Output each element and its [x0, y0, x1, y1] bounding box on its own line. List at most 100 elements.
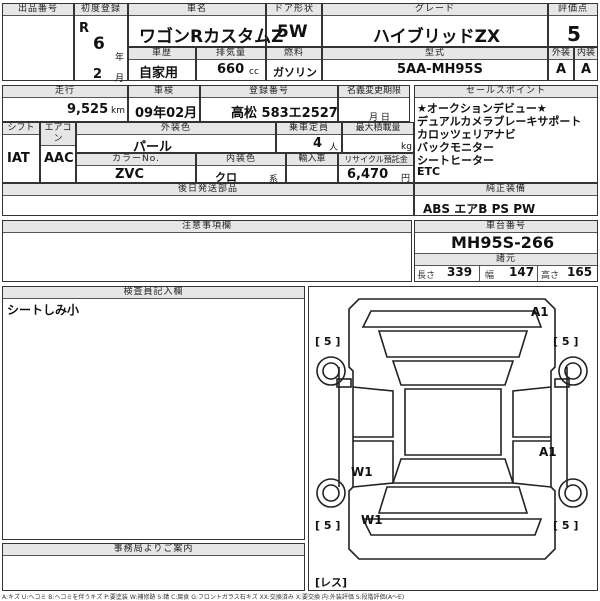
displacement-unit: cc — [249, 67, 259, 77]
transfer-deadline-label: 名義変更期限 — [339, 86, 409, 98]
office-notice-label: 事務局よりご案内 — [3, 544, 304, 556]
interior-color-cell: 内装色 クロ 系 — [196, 153, 286, 185]
interior-score-label: 内装 — [575, 48, 597, 60]
import-cell: 輸入車 — [286, 153, 338, 183]
sales-point-cell: セールスポイント ★オークションデビュー★ デュアルカメラブレーキサポート カロ… — [414, 85, 598, 183]
exterior-score-label: 外装 — [549, 48, 573, 60]
month-unit: 月 — [115, 74, 125, 84]
chassis-label: 車台番号 — [415, 221, 597, 233]
exterior-score: A — [556, 62, 567, 77]
mileage-unit: km — [111, 106, 125, 116]
max-load-label: 最大積載量 — [343, 123, 413, 135]
recycle-fee: 6,470 — [347, 167, 389, 182]
sales-point-item: ETC — [417, 165, 441, 178]
recycle-label: リサイクル預託金 — [339, 154, 413, 166]
color-no: ZVC — [115, 167, 145, 182]
dim-height: 165 — [567, 265, 593, 279]
car-name-cell: 車名 ワゴンRカスタムZ — [128, 3, 283, 47]
import-label: 輸入車 — [287, 154, 337, 166]
dim-width-label: 幅 — [485, 271, 495, 281]
shift-label: シフト — [3, 123, 39, 135]
max-load-cell: 最大積載量 kg — [342, 122, 414, 153]
reg-number-cell: 登録番号 高松 583エ2527 — [200, 85, 338, 122]
damage-mark-a1-top: A1 — [531, 305, 549, 319]
later-parts-cell: 後日発送部品 — [2, 183, 414, 216]
inspector-notes-cell: 検査員記入欄 シートしみ小 — [2, 286, 305, 540]
shift-cell: シフト IAT — [2, 122, 40, 183]
notes-label: 注意事項欄 — [3, 221, 411, 233]
dim-length: 339 — [447, 265, 473, 279]
model-code-label: 型式 — [323, 48, 547, 60]
damage-legend: A:キズ U:ヘコミ B:ヘコミを伴うキズ P:要塗装 W:補修跡 S:錆 C:… — [2, 594, 405, 601]
reg-number-label: 登録番号 — [201, 86, 337, 98]
capacity: 4 — [313, 136, 323, 151]
dim-height-label: 高さ — [541, 271, 560, 281]
fuel: ガソリン — [273, 66, 317, 79]
exterior-color-cell: 外装色 パール — [76, 122, 276, 155]
history: 自家用 — [139, 66, 179, 81]
year-unit: 年 — [115, 53, 125, 63]
exterior-score-cell: 外装 A — [548, 47, 574, 81]
door-label: ドア形状 — [267, 4, 321, 16]
score-label: 評価点 — [549, 4, 597, 16]
grade: ハイブリッドZX — [373, 27, 501, 47]
overall-score: 5 — [567, 22, 581, 46]
score-cell: 評価点 5 — [548, 3, 598, 47]
car-diagram-panel: [ 5 ] [ 5 ] [ 5 ] [ 5 ] A1 A1 W1 W1 [レス] — [308, 286, 598, 591]
ac-cell: エアコン AAC — [40, 122, 76, 183]
car-name-label: 車名 — [129, 4, 265, 16]
fuel-label: 燃料 — [267, 48, 321, 60]
door-cell: ドア形状 5W — [266, 3, 322, 47]
damage-mark-w1-left: W1 — [351, 465, 373, 479]
inspection: 09年02月 — [135, 106, 198, 121]
shift: IAT — [7, 151, 30, 166]
exterior-color-label: 外装色 — [77, 123, 275, 135]
model-code-cell: 型式 5AA-MH95S — [322, 47, 548, 81]
genuine-equipment: ABS エアB PS PW — [423, 202, 536, 216]
mileage: 9,525 — [67, 102, 109, 117]
reg-number: 高松 583エ2527 — [231, 106, 338, 121]
era: R — [79, 21, 90, 36]
front-right-tire-mark: [ 5 ] — [553, 335, 579, 348]
transfer-deadline-cell: 名義変更期限 月 日 — [338, 85, 410, 123]
ac-label: エアコン — [41, 123, 75, 146]
inspector-notes-label: 検査員記入欄 — [3, 287, 304, 299]
office-notice-cell: 事務局よりご案内 — [2, 543, 305, 591]
spare-tire-mark: [レス] — [315, 576, 348, 589]
capacity-label: 乗車定員 — [277, 123, 341, 135]
rear-right-tire-mark: [ 5 ] — [553, 519, 579, 532]
rear-left-tire-mark: [ 5 ] — [315, 519, 341, 532]
fuel-cell: 燃料 ガソリン — [266, 47, 322, 81]
interior-score: A — [581, 62, 592, 77]
dim-width: 147 — [509, 265, 535, 279]
door-type: 5W — [277, 22, 308, 42]
first-registration-cell: 初度登録 R 6 年 2 月 — [74, 3, 128, 84]
history-cell: 車歴 自家用 — [128, 47, 196, 81]
reg-year: 6 — [93, 34, 105, 54]
model-code: 5AA-MH95S — [397, 62, 483, 77]
capacity-unit: 人 — [329, 143, 339, 153]
genuine-equipment-cell: 純正装備 ABS エアB PS PW — [414, 183, 598, 216]
grade-cell: グレード ハイブリッドZX — [322, 3, 548, 47]
displacement: 660 — [217, 62, 245, 77]
first-registration-label: 初度登録 — [75, 4, 127, 16]
notes-cell: 注意事項欄 — [2, 220, 412, 282]
lot-number-label: 出品番号 — [3, 4, 73, 16]
front-left-tire-mark: [ 5 ] — [315, 335, 341, 348]
color-no-label: カラーNo. — [77, 154, 195, 166]
capacity-cell: 乗車定員 4 人 — [276, 122, 342, 153]
inspector-note: シートしみ小 — [7, 303, 80, 317]
inspection-cell: 車検 09年02月 — [128, 85, 200, 122]
later-parts-label: 後日発送部品 — [3, 184, 413, 196]
damage-mark-w1-bottom: W1 — [361, 513, 383, 527]
grade-label: グレード — [323, 4, 547, 16]
car-body-diagram — [316, 298, 588, 560]
reg-month: 2 — [93, 67, 103, 82]
displacement-cell: 排気量 660 cc — [196, 47, 266, 81]
interior-score-cell: 内装 A — [574, 47, 598, 81]
recycle-cell: リサイクル預託金 6,470 円 — [338, 153, 414, 184]
history-label: 車歴 — [129, 48, 195, 60]
chassis-number: MH95S-266 — [451, 233, 555, 252]
genuine-equipment-label: 純正装備 — [415, 184, 597, 196]
dim-length-label: 長さ — [417, 271, 436, 281]
